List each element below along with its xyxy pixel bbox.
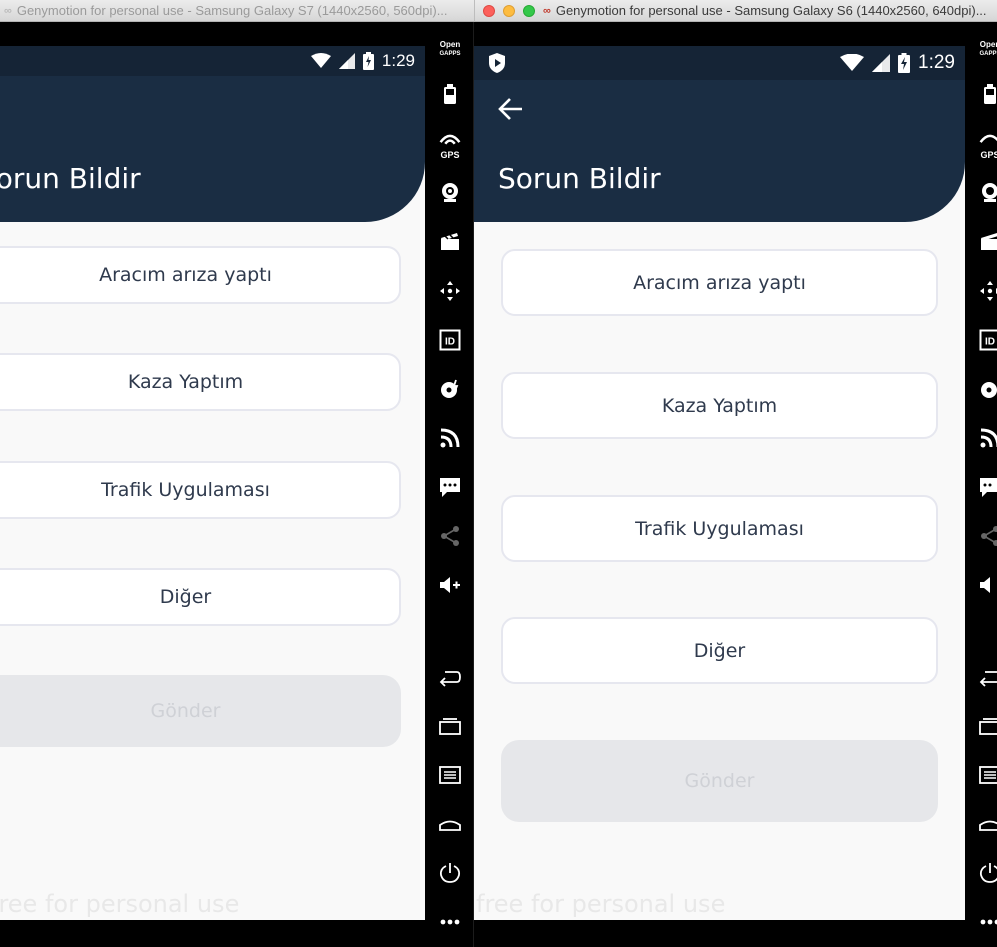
genymotion-toolbar: OpenGAPPS GPS ID [425,22,474,947]
option-button-other[interactable]: Diğer [0,568,401,626]
menu-icon[interactable] [437,762,463,788]
send-button[interactable]: Gönder [501,740,938,822]
send-button[interactable]: Gönder [0,675,401,747]
device-screen-s7: 1:29 Sorun Bildir Aracım arıza yaptı Kaz… [0,46,425,920]
sms-icon[interactable] [977,474,997,500]
sms-icon[interactable] [437,474,463,500]
option-button-breakdown[interactable]: Aracım arıza yaptı [501,249,938,316]
watermark: free for personal use [476,890,726,918]
battery-icon[interactable] [977,81,997,107]
option-button-accident[interactable]: Kaza Yaptım [0,353,401,411]
svg-text:ID: ID [445,337,455,348]
recent-apps-icon[interactable] [977,713,997,739]
app-header: Sorun Bildir [474,80,965,222]
volume-up-icon[interactable] [977,572,997,598]
watermark: free for personal use [0,890,240,918]
back-icon[interactable] [437,664,463,690]
network-icon[interactable] [437,425,463,451]
opengapps-icon[interactable]: OpenGAPPS [977,36,997,62]
close-window-button[interactable] [483,4,495,17]
desktop: ∞ Genymotion for personal use - Samsung … [0,0,997,947]
minimize-window-button[interactable] [503,4,515,17]
genymotion-logo-icon: ∞ [543,4,551,17]
recent-apps-icon[interactable] [437,713,463,739]
disk-io-icon[interactable] [977,376,997,402]
opengapps-icon[interactable]: OpenGAPPS [437,36,463,62]
status-time: 1:29 [918,52,955,73]
window-titlebar-s6[interactable]: ∞ Genymotion for personal use - Samsung … [474,0,997,22]
volume-up-icon[interactable] [437,572,463,598]
gps-icon[interactable]: GPS [977,130,997,159]
device-id-icon[interactable]: ID [977,327,997,353]
screencast-icon[interactable] [977,228,997,254]
network-icon[interactable] [977,425,997,451]
signal-icon [338,53,355,69]
svg-text:ID: ID [985,337,995,348]
option-button-accident[interactable]: Kaza Yaptım [501,372,938,439]
option-button-breakdown[interactable]: Aracım arıza yaptı [0,246,401,304]
window-titlebar-s7[interactable]: ∞ Genymotion for personal use - Samsung … [0,0,474,22]
option-button-traffic-control[interactable]: Trafik Uygulaması [0,461,401,519]
window-controls [483,4,535,17]
disk-io-icon[interactable] [437,376,463,402]
genymotion-toolbar: OpenGAPPS GPS ID [965,22,997,947]
share-icon[interactable] [437,523,463,549]
power-icon[interactable] [437,860,463,886]
window-title: Genymotion for personal use - Samsung Ga… [555,3,987,18]
dpad-icon[interactable] [977,278,997,304]
dpad-icon[interactable] [437,278,463,304]
device-screen-s6: 1:29 Sorun Bildir Aracım arıza yaptı Kaz… [474,46,965,920]
shield-icon [488,52,506,80]
status-time: 1:29 [381,51,415,70]
option-button-other[interactable]: Diğer [501,617,938,684]
more-icon[interactable] [977,909,997,935]
genymotion-logo-icon: ∞ [4,4,12,17]
status-bar: 1:29 [474,46,965,80]
wifi-icon [840,54,865,72]
device-id-icon[interactable]: ID [437,327,463,353]
home-icon[interactable] [437,811,463,837]
menu-icon[interactable] [977,762,997,788]
back-arrow-button[interactable] [496,94,526,124]
back-icon[interactable] [977,664,997,690]
share-icon[interactable] [977,523,997,549]
power-icon[interactable] [977,860,997,886]
wifi-icon [310,53,331,69]
signal-icon [872,54,891,72]
option-button-traffic-control[interactable]: Trafik Uygulaması [501,495,938,562]
zoom-window-button[interactable] [523,4,535,17]
window-title: Genymotion for personal use - Samsung Ga… [16,3,448,18]
screencast-icon[interactable] [437,228,463,254]
camera-icon[interactable] [977,179,997,205]
battery-charging-icon [362,52,374,70]
camera-icon[interactable] [437,179,463,205]
battery-charging-icon [898,53,911,73]
page-title: Sorun Bildir [0,162,141,195]
home-icon[interactable] [977,811,997,837]
status-bar: 1:29 [0,46,425,76]
battery-icon[interactable] [437,81,463,107]
app-header: Sorun Bildir [0,76,425,222]
more-icon[interactable] [437,909,463,935]
page-title: Sorun Bildir [498,162,661,195]
gps-icon[interactable]: GPS [437,130,463,159]
